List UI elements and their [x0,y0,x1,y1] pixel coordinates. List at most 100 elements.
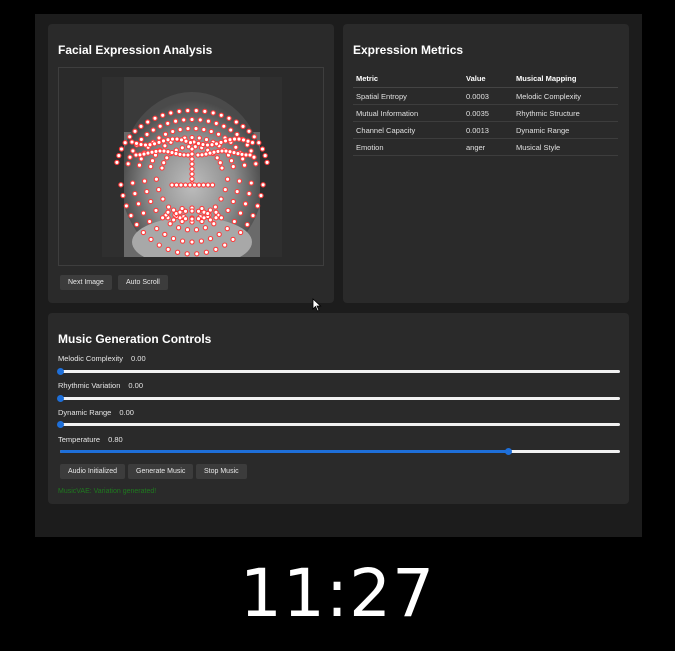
landmark-point [189,239,195,245]
landmark-point [151,141,158,147]
landmark-point [128,212,134,219]
landmark-point [174,249,181,255]
clock-time: 11:27 [239,555,436,632]
landmark-point [129,139,135,145]
landmark-point [246,190,252,197]
rhythmic-variation-label: Rhythmic Variation 0.00 [58,381,143,390]
landmark-point [164,155,170,161]
generate-music-button[interactable]: Generate Music [128,464,194,479]
temperature-slider[interactable] [60,448,620,455]
landmark-point [198,238,205,244]
landmark-point [193,125,199,132]
landmark-point [189,156,195,162]
slider-thumb[interactable] [505,448,512,455]
landmark-point [189,161,195,167]
metric-value: 0.0035 [463,104,513,122]
landmark-point [234,188,240,195]
landmark-point [135,201,142,207]
landmark-point [248,148,254,154]
landmark-point [195,216,202,222]
landmark-point [200,182,207,188]
landmark-point [224,176,231,182]
landmark-point [205,182,211,188]
landmark-point [194,251,200,257]
landmark-point [160,112,166,118]
landmark-point [125,161,131,167]
landmark-point [184,251,190,257]
slider-thumb[interactable] [57,368,64,375]
slider-thumb[interactable] [57,395,64,402]
landmark-point [212,204,219,210]
melodic-complexity-label: Melodic Complexity 0.00 [58,354,146,363]
landmark-point [254,203,261,209]
landmark-point [141,178,148,184]
audio-initialized-button[interactable]: Audio Initialized [60,464,126,479]
landmark-point [165,137,171,143]
landmark-point [218,196,224,202]
metric-name: Mutual Information [353,104,463,122]
landmark-point [221,123,227,129]
landmark-point [140,229,147,236]
landmark-point [233,144,239,150]
landmark-point [222,138,229,144]
table-row: Mutual Information 0.0035 Rhythmic Struc… [353,104,618,122]
landmark-point [160,196,166,202]
landmark-point [145,119,151,125]
control-value: 0.80 [108,435,123,444]
landmark-point [169,136,176,142]
landmark-point [147,142,153,148]
table-row: Emotion anger Musical Style [353,138,618,156]
landmark-point [162,231,168,238]
next-image-button[interactable]: Next Image [60,275,112,290]
landmark-point [150,127,156,133]
landmark-point [207,217,214,223]
landmark-point [237,229,244,236]
slider-thumb[interactable] [57,421,64,428]
landmark-point [189,166,195,172]
landmark-point [179,145,185,151]
landmark-point [144,131,150,138]
metrics-table: Metric Value Musical Mapping Spatial Ent… [353,70,618,156]
landmark-point [196,135,202,141]
landmark-point [185,107,191,114]
dynamic-range-slider[interactable] [57,421,620,428]
landmark-point [247,152,253,158]
metric-value: 0.0003 [463,87,513,105]
auto-scroll-button[interactable]: Auto Scroll [118,275,168,290]
landmark-point [140,210,147,216]
landmark-point [114,159,120,166]
landmark-point [130,180,136,186]
landmark-point [197,117,203,123]
landmark-point [244,221,250,228]
landmark-point [245,138,251,144]
landmark-point [138,141,144,148]
landmark-point [159,165,165,171]
landmark-point [170,207,177,213]
rhythmic-variation-slider[interactable] [57,395,620,402]
landmark-point [134,221,140,228]
landmark-point [189,116,195,123]
landmark-point [182,216,189,222]
metric-name: Spatial Entropy [353,87,463,105]
landmark-point [153,176,160,182]
landmark-point [138,123,144,130]
landmark-point [227,137,233,143]
landmark-point [203,136,210,143]
landmark-point [230,163,236,170]
expression-metrics-panel: Expression Metrics Metric Value Musical … [343,24,629,303]
landmark-point [262,152,268,159]
landmark-point [174,136,180,142]
landmark-point [240,156,246,162]
landmark-point [144,188,150,195]
landmark-point [152,115,158,121]
landmark-point [149,158,156,164]
face-image-frame [58,67,324,266]
stop-music-button[interactable]: Stop Music [196,464,247,479]
landmark-point [215,131,222,137]
melodic-complexity-slider[interactable] [57,368,620,375]
landmark-point [209,142,215,148]
landmark-point [224,225,230,232]
landmark-point [218,139,224,146]
table-row: Channel Capacity 0.0013 Dynamic Range [353,121,618,139]
landmark-point [248,180,254,186]
